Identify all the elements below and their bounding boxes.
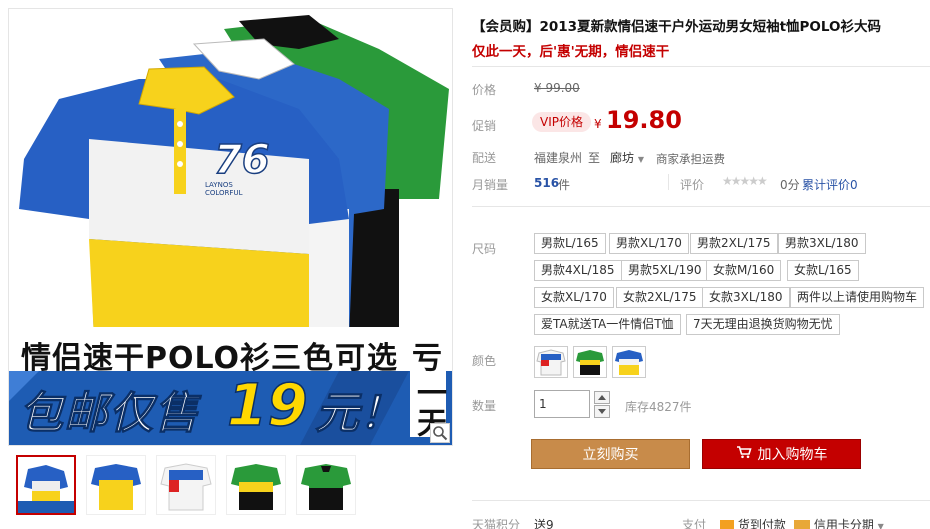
points-label: 天猫积分 <box>472 518 521 529</box>
current-price: 19.80 <box>606 106 682 134</box>
shirt-brand-line2: COLORFUL <box>205 189 243 197</box>
pay-credit-label: 信用卡分期 <box>813 518 874 529</box>
image-side-label: 亏 一天 <box>410 327 446 437</box>
size-option[interactable]: 男款2XL/175 <box>690 233 778 254</box>
thumbnail-strip <box>16 455 356 517</box>
color-label: 颜色 <box>472 354 497 368</box>
size-option[interactable]: 男款4XL/185 <box>534 260 622 281</box>
size-option[interactable]: 男款XL/170 <box>609 233 689 254</box>
thumbnail-1[interactable] <box>16 455 76 515</box>
shipping-to: 至 <box>588 151 601 165</box>
size-option[interactable]: 男款3XL/180 <box>778 233 866 254</box>
divider <box>668 174 669 190</box>
chevron-down-icon: ▼ <box>877 522 884 529</box>
pay-cod-option[interactable]: 货到付款 <box>720 516 786 529</box>
size-option[interactable]: 男款5XL/190 <box>621 260 709 281</box>
shipping-destination-label: 廊坊 <box>610 151 635 165</box>
product-title: 【会员购】2013夏新款情侣速干户外运动男女短袖t恤POLO衫大码 <box>472 19 881 35</box>
shipping-origin: 福建泉州 <box>534 151 583 165</box>
shipping-destination-select[interactable]: 廊坊 ▼ <box>610 149 644 166</box>
pay-cod-label: 货到付款 <box>737 518 786 529</box>
monthly-sales-count: 516 <box>534 176 560 190</box>
thumbnail-2[interactable] <box>86 455 146 515</box>
rating-label: 评价 <box>680 178 705 192</box>
size-option[interactable]: 两件以上请使用购物车 <box>790 287 925 308</box>
size-option[interactable]: 7天无理由退换货购物无忧 <box>686 314 840 335</box>
stock-count: 库存4827件 <box>625 400 692 414</box>
cart-icon <box>736 440 752 470</box>
size-option[interactable]: 爱TA就送TA一件情侣T恤 <box>534 314 681 335</box>
rating-stars-icon: ★★★★★ <box>722 174 768 188</box>
currency-symbol: ¥ <box>594 117 602 131</box>
product-subtitle: 仅此一天，后'惠'无期，情侣速干 <box>472 44 670 60</box>
size-option[interactable]: 女款L/165 <box>787 260 859 281</box>
promo-label: 促销 <box>472 119 497 133</box>
image-banner-price: 包邮仅售 19 元！ <box>9 370 452 445</box>
rating-score: 0分 <box>780 178 800 192</box>
size-label: 尺码 <box>472 242 497 256</box>
color-swatch-yellow-blue[interactable] <box>612 346 646 378</box>
cod-icon <box>720 519 734 529</box>
size-option[interactable]: 女款3XL/180 <box>702 287 790 308</box>
quantity-label: 数量 <box>472 399 497 413</box>
original-price: ¥ 99.00 <box>534 81 580 95</box>
vip-price-tag: VIP价格 <box>532 112 591 132</box>
banner-text-free-shipping: 包邮仅售 <box>19 388 199 440</box>
payment-label: 支付 <box>682 518 707 529</box>
banner-price: 19 <box>226 370 308 440</box>
size-option[interactable]: 女款2XL/175 <box>616 287 704 308</box>
credit-card-icon <box>794 520 810 529</box>
points-value: 送9 <box>534 518 554 529</box>
thumbnail-3[interactable] <box>156 455 216 515</box>
pay-credit-option[interactable]: 信用卡分期 ▼ <box>794 516 884 529</box>
thumbnail-4[interactable] <box>226 455 286 515</box>
main-product-image[interactable]: 76 LAYNOS COLORFUL 情侣速干POLO衫 三色可选 包邮仅售 1… <box>8 8 453 446</box>
divider <box>472 500 930 501</box>
divider <box>472 66 930 67</box>
add-to-cart-button[interactable]: 加入购物车 <box>702 439 861 469</box>
shirt-number: 76 <box>213 136 270 184</box>
shipping-note: 商家承担运费 <box>656 152 725 166</box>
quantity-input[interactable]: 1 <box>534 390 590 418</box>
quantity-increase-button[interactable] <box>594 391 610 404</box>
quantity-decrease-button[interactable] <box>594 405 610 418</box>
chevron-down-icon: ▼ <box>637 155 644 164</box>
total-ratings-link[interactable]: 累计评价0 <box>802 176 858 193</box>
price-label: 价格 <box>472 83 497 97</box>
divider <box>472 206 930 207</box>
size-option[interactable]: 男款L/165 <box>534 233 606 254</box>
side-char-top: 亏 <box>412 341 442 376</box>
thumbnail-5[interactable] <box>296 455 356 515</box>
shirt-brand: LAYNOS COLORFUL <box>205 181 242 197</box>
monthly-sales-unit: 件 <box>558 178 571 192</box>
shirt-brand-line1: LAYNOS <box>205 181 233 189</box>
shipping-label: 配送 <box>472 151 497 165</box>
size-option[interactable]: 女款M/160 <box>706 260 782 281</box>
zoom-icon[interactable] <box>430 423 450 443</box>
banner-unit: 元！ <box>315 388 404 440</box>
total-ratings-label: 累计评价 <box>802 178 851 192</box>
total-ratings-count: 0 <box>850 178 858 192</box>
color-swatch-red-white[interactable] <box>534 346 568 378</box>
monthly-sales-label: 月销量 <box>472 178 509 192</box>
buy-now-button[interactable]: 立刻购买 <box>531 439 690 469</box>
add-to-cart-label: 加入购物车 <box>757 447 828 463</box>
size-option[interactable]: 女款XL/170 <box>534 287 614 308</box>
color-swatch-green-black[interactable] <box>573 346 607 378</box>
